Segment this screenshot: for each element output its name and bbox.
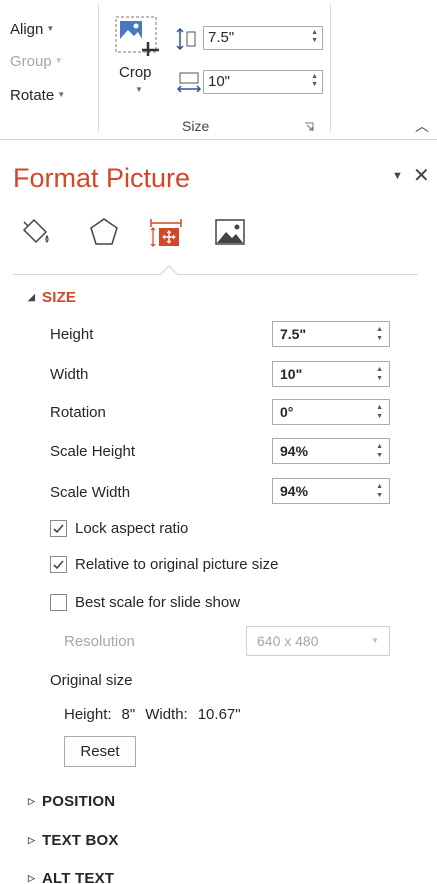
checkbox-unchecked-icon	[50, 594, 67, 611]
close-icon[interactable]: ✕	[413, 163, 430, 188]
ribbon-divider	[98, 4, 99, 132]
best-scale-checkbox[interactable]: Best scale for slide show	[50, 594, 240, 611]
lock-aspect-label: Lock aspect ratio	[75, 520, 189, 537]
resolution-dropdown: 640 x 480 ▼	[246, 626, 390, 656]
spinner-arrows-icon[interactable]: ▲ ▼	[376, 442, 383, 460]
relative-label: Relative to original picture size	[75, 556, 279, 573]
size-group-label: Size	[182, 118, 210, 134]
orig-height-label: Height:	[64, 706, 112, 723]
collapsed-triangle-icon: ▷	[28, 796, 36, 806]
size-section-title: SIZE	[42, 289, 77, 306]
size-properties-icon[interactable]	[150, 216, 182, 248]
scale-height-spinner[interactable]: 94% ▲ ▼	[272, 438, 390, 464]
orig-height-value: 8"	[121, 706, 136, 723]
relative-to-original-checkbox[interactable]: Relative to original picture size	[50, 556, 278, 573]
resolution-label: Resolution	[64, 633, 135, 650]
expanded-triangle-icon: ◢	[28, 292, 36, 302]
paint-bucket-icon[interactable]	[20, 216, 52, 248]
position-section-title: POSITION	[42, 793, 116, 810]
ribbon-height-spinner[interactable]: 7.5" ▲ ▼	[203, 26, 323, 50]
orig-width-value: 10.67"	[197, 706, 241, 723]
crop-icon	[115, 16, 159, 56]
shape-height-icon	[176, 28, 196, 50]
scale-height-value: 94%	[280, 443, 309, 459]
picture-icon[interactable]	[214, 216, 246, 248]
size-section-header[interactable]: ◢ SIZE	[28, 289, 76, 306]
ribbon-divider	[330, 4, 331, 132]
group-label: Group	[10, 53, 52, 70]
ribbon-height-value: 7.5"	[208, 29, 235, 46]
alt-text-section-title: ALT TEXT	[42, 870, 115, 884]
scale-width-label: Scale Width	[50, 484, 131, 501]
height-value: 7.5"	[280, 326, 307, 342]
original-size-values: Height: 8" Width: 10.67"	[64, 706, 251, 723]
rotation-value: 0°	[280, 404, 294, 420]
scale-width-value: 94%	[280, 483, 309, 499]
chevron-down-icon: ▼	[371, 636, 379, 645]
pane-title: Format Picture	[13, 163, 191, 193]
rotation-label: Rotation	[50, 404, 106, 421]
reset-button[interactable]: Reset	[64, 736, 136, 767]
chevron-down-icon: ▼	[54, 56, 63, 65]
collapsed-triangle-icon: ▷	[28, 835, 36, 845]
height-spinner[interactable]: 7.5" ▲ ▼	[272, 321, 390, 347]
spinner-arrows-icon[interactable]: ▲ ▼	[376, 403, 383, 421]
text-box-section-title: TEXT BOX	[42, 832, 119, 849]
scale-width-spinner[interactable]: 94% ▲ ▼	[272, 478, 390, 504]
chevron-down-icon: ▼	[46, 24, 55, 33]
chevron-down-icon: ▼	[135, 85, 143, 94]
best-scale-label: Best scale for slide show	[75, 594, 241, 611]
align-label: Align	[10, 21, 44, 38]
text-box-section-header[interactable]: ▷ TEXT BOX	[28, 832, 119, 849]
rotation-spinner[interactable]: 0° ▲ ▼	[272, 399, 390, 425]
orig-width-label: Width:	[145, 706, 188, 723]
spinner-arrows-icon[interactable]: ▲ ▼	[376, 482, 383, 500]
selected-tab-indicator	[160, 265, 178, 275]
width-value: 10"	[280, 366, 303, 382]
pentagon-icon[interactable]	[88, 216, 120, 248]
align-button[interactable]: Align ▼	[10, 21, 54, 38]
position-section-header[interactable]: ▷ POSITION	[28, 793, 115, 810]
alt-text-section-header[interactable]: ▷ ALT TEXT	[28, 870, 114, 884]
spinner-arrows-icon[interactable]: ▲ ▼	[376, 365, 383, 383]
ribbon: Align ▼ Group ▼ Rotate ▼ Crop ▼ 7.5" ▲ ▼ 10"…	[0, 0, 437, 140]
chevron-down-icon: ▼	[57, 90, 66, 99]
crop-label: Crop	[119, 64, 152, 81]
ribbon-width-spinner[interactable]: 10" ▲ ▼	[203, 70, 323, 94]
shape-width-icon	[177, 72, 201, 93]
tab-divider	[13, 274, 418, 275]
dialog-launcher-icon[interactable]	[304, 122, 314, 132]
scale-height-label: Scale Height	[50, 443, 136, 460]
group-button[interactable]: Group ▼	[10, 53, 63, 70]
spinner-arrows-icon[interactable]: ▲ ▼	[311, 29, 318, 45]
width-label: Width	[50, 366, 89, 383]
spinner-arrows-icon[interactable]: ▲ ▼	[376, 325, 383, 343]
height-label: Height	[50, 326, 94, 343]
collapse-ribbon-icon[interactable]: ︿	[415, 116, 429, 136]
collapsed-triangle-icon: ▷	[28, 873, 36, 883]
lock-aspect-ratio-checkbox[interactable]: Lock aspect ratio	[50, 520, 188, 537]
rotate-button[interactable]: Rotate ▼	[10, 87, 65, 104]
resolution-value: 640 x 480	[257, 633, 319, 649]
original-size-label: Original size	[50, 672, 133, 689]
width-spinner[interactable]: 10" ▲ ▼	[272, 361, 390, 387]
checkbox-checked-icon	[50, 556, 67, 573]
rotate-label: Rotate	[10, 87, 55, 104]
pane-options-icon[interactable]: ▼	[392, 170, 403, 182]
checkbox-checked-icon	[50, 520, 67, 537]
spinner-arrows-icon[interactable]: ▲ ▼	[311, 73, 318, 89]
ribbon-width-value: 10"	[208, 73, 231, 90]
